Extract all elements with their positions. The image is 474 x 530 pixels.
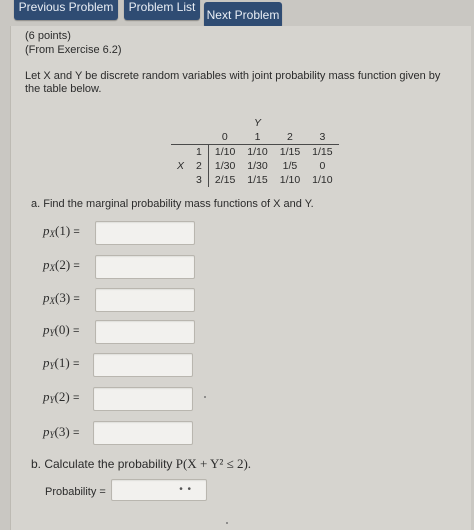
problem-panel: (6 points) (From Exercise 6.2) Let X and… [10, 26, 471, 530]
y-value-header: 3 [306, 130, 339, 145]
pmf-cell: 1/15 [312, 146, 333, 158]
py3-label: pY(3) = [43, 424, 80, 440]
y-value-header: 0 [208, 130, 242, 145]
answer-preview-icon[interactable]: • • [179, 484, 192, 495]
pmf-cell: 1/30 [214, 160, 236, 172]
previous-problem-button[interactable]: Previous Problem [14, 0, 118, 20]
pmf-cell: 1/15 [279, 146, 301, 158]
table-row: 1 1/10 1/10 1/15 1/15 [171, 144, 339, 159]
px1-label: pX(1) = [43, 223, 80, 239]
probability-label: Probability = [45, 486, 106, 498]
px2-answer-input[interactable] [95, 255, 195, 279]
py0-label: pY(0) = [43, 322, 80, 338]
pmf-cell: 1/10 [214, 146, 236, 158]
px1-answer-input[interactable] [95, 221, 195, 245]
pmf-cell: 1/30 [247, 160, 268, 172]
part-b-prompt: b. Calculate the probability P(X + Y² ≤ … [31, 456, 251, 472]
part-b-expression: P(X + Y² ≤ 2). [175, 456, 252, 471]
x-value-header: 1 [190, 144, 209, 159]
x-variable-label: X [177, 160, 185, 172]
problem-statement: Let X and Y be discrete random variables… [25, 70, 441, 95]
probability-answer-input[interactable]: • • [111, 479, 207, 501]
py1-label: pY(1) = [43, 355, 80, 371]
x-value-header: 3 [190, 173, 209, 187]
py3-answer-input[interactable] [93, 421, 193, 445]
y-variable-label: Y [254, 117, 262, 129]
y-value-header: 2 [273, 130, 307, 145]
pmf-cell: 1/10 [312, 174, 333, 186]
y-value-header: 1 [241, 130, 274, 145]
problem-navigation: Previous Problem Problem List Next Probl… [0, 0, 474, 28]
py1-answer-input[interactable] [93, 353, 193, 377]
problem-list-button[interactable]: Problem List [124, 0, 200, 20]
part-a-prompt: a. Find the marginal probability mass fu… [31, 198, 314, 210]
py0-answer-input[interactable] [95, 320, 195, 344]
joint-pmf-table: Y 0 1 2 3 1 1/10 1/10 1/15 1/15 X 2 1/30… [171, 116, 339, 187]
pmf-cell: 1/10 [247, 146, 268, 158]
py2-answer-input[interactable] [93, 387, 193, 411]
px2-label: pX(2) = [43, 257, 80, 273]
next-problem-button[interactable]: Next Problem [204, 2, 282, 28]
x-value-header: 2 [190, 159, 209, 173]
pmf-cell: 2/15 [214, 174, 236, 186]
exercise-source: (From Exercise 6.2) [25, 44, 122, 56]
table-row: X 2 1/30 1/30 1/5 0 [171, 159, 339, 173]
pmf-cell: 1/5 [282, 160, 298, 172]
px3-label: pX(3) = [43, 290, 80, 306]
py2-label: pY(2) = [43, 389, 80, 405]
screen-speck [226, 522, 228, 524]
screen-speck [204, 396, 206, 398]
pmf-cell: 1/15 [247, 174, 268, 186]
table-row: 3 2/15 1/15 1/10 1/10 [171, 173, 339, 187]
pmf-cell: 1/10 [279, 174, 301, 186]
pmf-cell: 0 [319, 160, 326, 172]
points-text: (6 points) [25, 30, 71, 42]
px3-answer-input[interactable] [95, 288, 195, 312]
part-b-text: b. Calculate the probability [31, 457, 176, 471]
